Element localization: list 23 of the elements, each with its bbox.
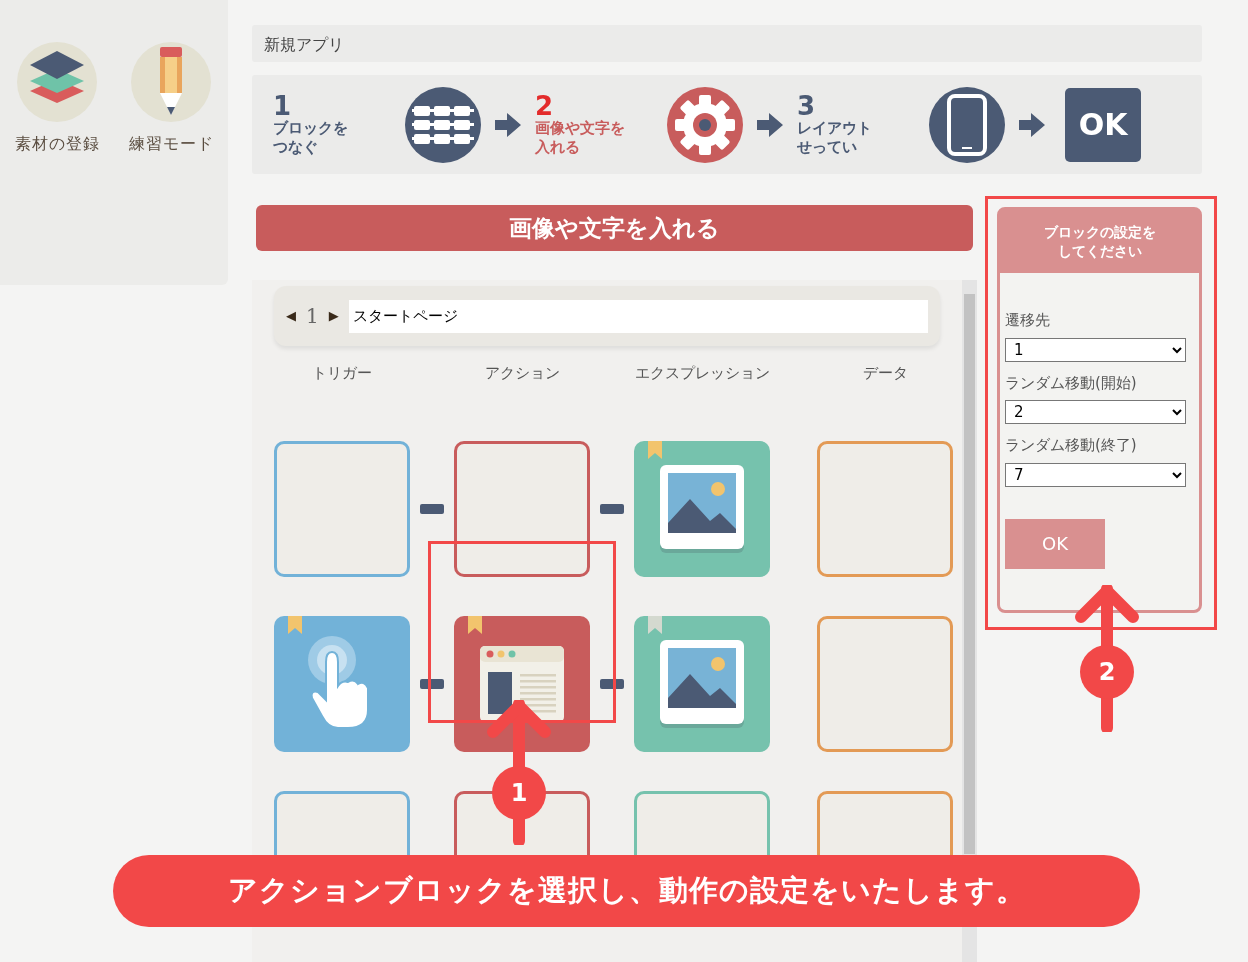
settings-title: してください <box>1057 241 1142 261</box>
field-label: ランダム移動(開始) <box>1005 372 1138 394</box>
column-header: トリガー <box>311 363 373 384</box>
settings-title: ブロックの設定を <box>1043 222 1156 242</box>
step-label: 入れる <box>535 137 581 157</box>
field-label: 遷移先 <box>1005 310 1051 331</box>
step-label: 画像や文字を <box>535 118 626 138</box>
caption-toast: アクションブロックを選択し、動作の設定をいたします。 <box>113 855 1140 927</box>
step-label: つなぐ <box>273 137 319 157</box>
section-title: 画像や文字を入れる <box>256 205 973 251</box>
column-header: エクスプレッション <box>634 363 770 384</box>
column-header: アクション <box>483 363 561 384</box>
app-title: 新規アプリ <box>252 25 1202 62</box>
column-header: データ <box>861 363 909 384</box>
step-number: 3 <box>797 92 817 119</box>
callout-number: 2 <box>1080 645 1134 699</box>
step-label: せってい <box>797 137 858 157</box>
step-number: 1 <box>273 92 293 119</box>
page-number: 1 <box>306 303 319 330</box>
step-label: ブロックを <box>273 118 349 138</box>
step-label: レイアウト <box>797 118 873 138</box>
step-number: 2 <box>535 92 554 119</box>
field-label: ランダム移動(終了) <box>1005 435 1138 456</box>
